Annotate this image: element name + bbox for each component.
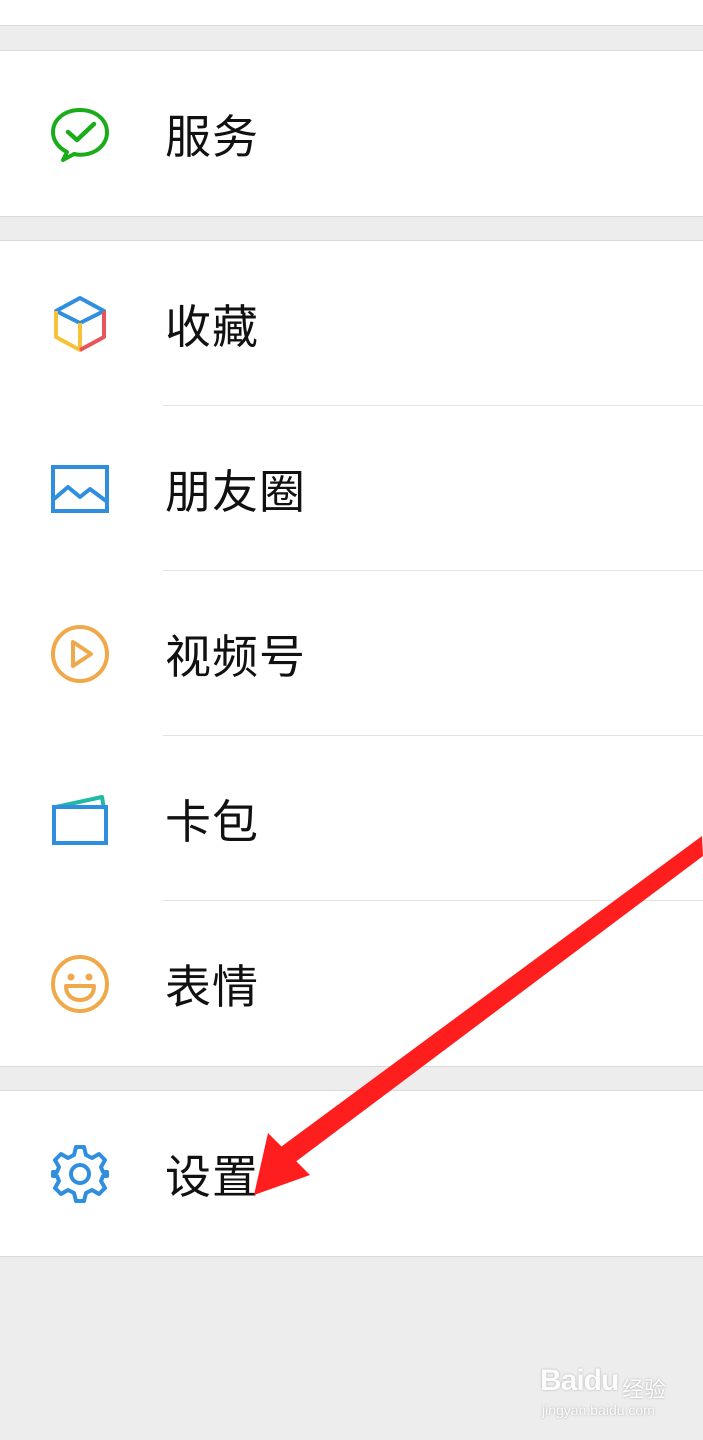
services-group: 服务 [0,50,703,217]
menu-label-services: 服务 [165,109,259,164]
menu-item-favorites[interactable]: 收藏 [0,241,703,406]
gear-icon [48,1142,112,1206]
menu-item-settings[interactable]: 设置 [0,1091,703,1256]
menu-item-cards[interactable]: 卡包 [0,736,703,901]
card-wallet-icon [48,787,112,851]
channels-play-icon [48,622,112,686]
menu-item-moments[interactable]: 朋友圈 [0,406,703,571]
features-group: 收藏 朋友圈 视频号 卡包 表情 [0,240,703,1067]
menu-item-services[interactable]: 服务 [0,51,703,216]
menu-label-channels: 视频号 [165,629,306,684]
menu-label-cards: 卡包 [165,794,259,849]
settings-group: 设置 [0,1090,703,1257]
menu-label-moments: 朋友圈 [165,464,306,519]
wechat-pay-icon [48,102,112,166]
top-white-strip [0,0,703,26]
watermark-url: jingyan.baidu.com [542,1402,655,1418]
menu-item-stickers[interactable]: 表情 [0,901,703,1066]
menu-label-stickers: 表情 [165,959,259,1014]
menu-label-settings: 设置 [165,1149,259,1204]
menu-label-favorites: 收藏 [165,299,259,354]
moments-picture-icon [48,457,112,521]
sticker-smiley-icon [48,952,112,1016]
baidu-jingyan-watermark: Baidu 经验 jingyan.baidu.com [540,1362,690,1422]
favorites-cube-icon [48,292,112,356]
watermark-brand: Baidu [540,1364,619,1397]
menu-item-channels[interactable]: 视频号 [0,571,703,736]
watermark-service: 经验 [622,1378,667,1403]
